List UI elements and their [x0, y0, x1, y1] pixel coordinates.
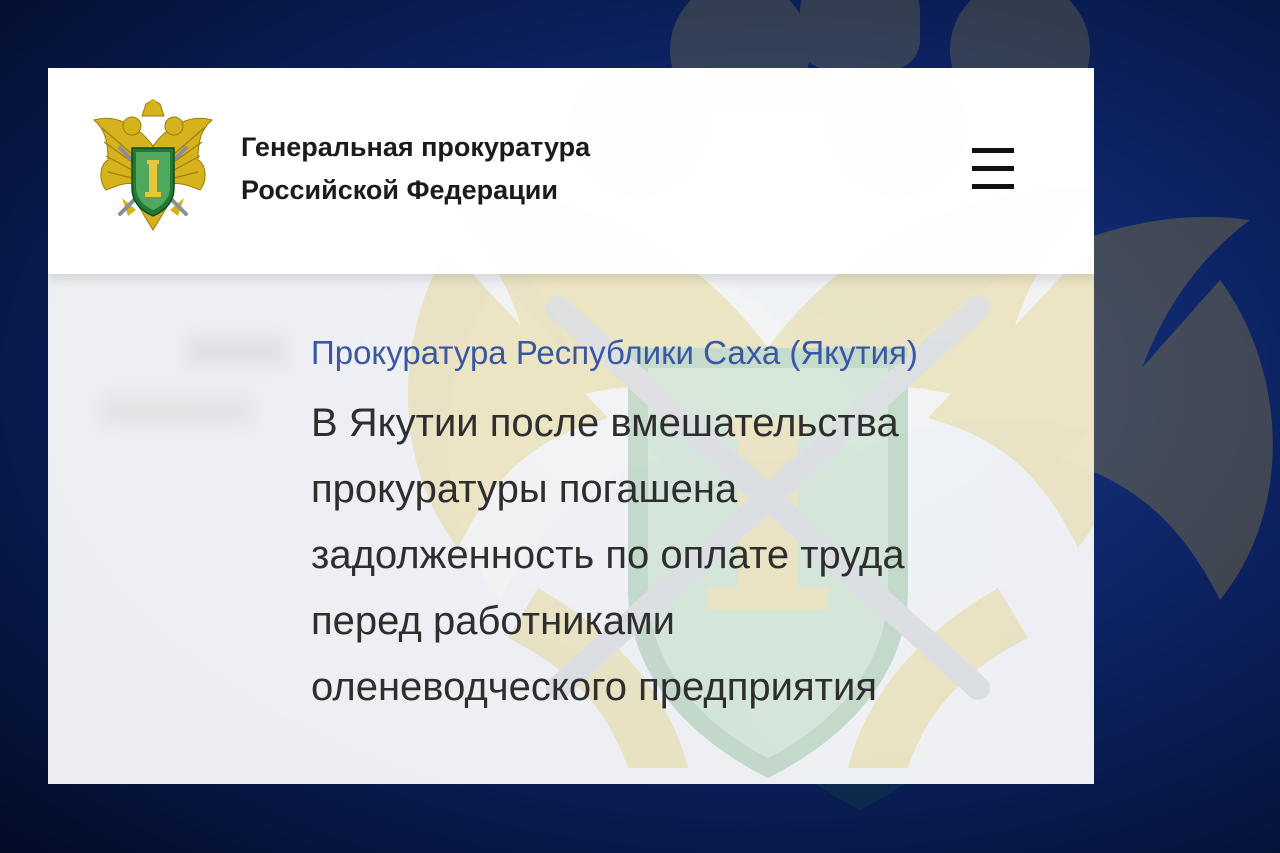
menu-bar	[972, 166, 1014, 171]
headline-line: оленеводческого предприятия	[311, 665, 877, 709]
news-headline[interactable]: В Якутии после вмешательства прокуратуры…	[311, 390, 1011, 720]
organization-name-line1: Генеральная прокуратура	[241, 132, 591, 162]
prosecutor-general-emblem-icon[interactable]	[92, 98, 214, 236]
blurred-element	[188, 336, 284, 366]
headline-line: прокуратуры погашена	[311, 467, 738, 511]
headline-line: задолженность по оплате труда	[311, 533, 905, 577]
blurred-element	[102, 396, 250, 424]
headline-line: В Якутии после вмешательства	[311, 401, 899, 445]
site-header: Генеральная прокуратура Российской Федер…	[48, 68, 1094, 274]
news-card: Генеральная прокуратура Российской Федер…	[48, 68, 1094, 784]
source-link[interactable]: Прокуратура Республики Саха (Якутия)	[311, 330, 1071, 376]
headline-line: перед работниками	[311, 599, 675, 643]
menu-bar	[972, 148, 1014, 153]
hamburger-menu-icon[interactable]	[966, 146, 1018, 192]
organization-name-line2: Российской Федерации	[241, 175, 558, 205]
menu-bar	[972, 184, 1014, 189]
organization-name: Генеральная прокуратура Российской Федер…	[241, 126, 701, 212]
